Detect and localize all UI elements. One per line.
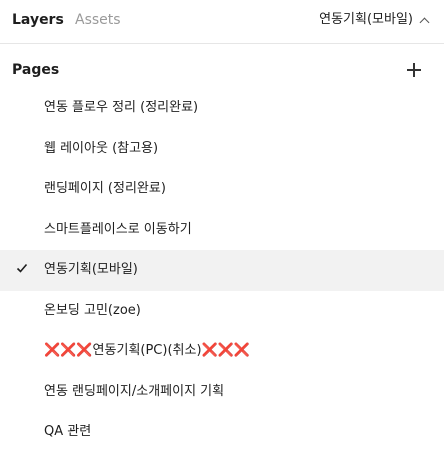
page-item-selected[interactable]: 연동기획(모바일)	[0, 250, 444, 291]
page-item-label: 스마트플레이스로 이동하기	[44, 221, 192, 237]
pages-section-title: Pages	[12, 62, 60, 78]
add-page-button[interactable]	[404, 60, 424, 80]
page-item[interactable]: 온보딩 고민(zoe)	[0, 291, 444, 332]
page-item-label: 연동기획(모바일)	[44, 262, 138, 277]
panel-tab-bar: Layers Assets 연동기획(모바일)	[0, 0, 444, 44]
page-list: 연동 플로우 정리 (정리완료) 웹 레이아웃 (참고용) 랜딩페이지 (정리완…	[0, 88, 444, 453]
page-item-label: 연동 플로우 정리 (정리완료)	[44, 100, 199, 115]
chevron-up-icon	[419, 17, 430, 27]
page-item[interactable]: QA 관련	[0, 412, 444, 453]
page-item[interactable]: ❌❌❌연동기획(PC)(취소)❌❌❌	[0, 331, 444, 372]
page-item[interactable]: 연동 랜딩페이지/소개페이지 기획	[0, 372, 444, 413]
current-page-dropdown[interactable]: 연동기획(모바일)	[319, 11, 430, 29]
page-item[interactable]: 스마트플레이스로 이동하기	[0, 210, 444, 251]
page-item-label: ❌❌❌연동기획(PC)(취소)❌❌❌	[44, 343, 251, 358]
tab-assets[interactable]: Assets	[75, 11, 121, 29]
tab-layers[interactable]: Layers	[12, 11, 64, 29]
current-page-label: 연동기획(모바일)	[319, 12, 413, 27]
page-item[interactable]: 랜딩페이지 (정리완료)	[0, 169, 444, 210]
page-item-label: QA 관련	[44, 424, 92, 439]
checkmark-icon	[16, 263, 28, 273]
page-item-label: 랜딩페이지 (정리완료)	[44, 181, 166, 196]
pages-header: Pages	[0, 52, 444, 88]
page-item[interactable]: 웹 레이아웃 (참고용)	[0, 129, 444, 170]
page-item-label: 웹 레이아웃 (참고용)	[44, 140, 159, 156]
page-item-label: 연동 랜딩페이지/소개페이지 기획	[44, 383, 225, 399]
layers-panel: Layers Assets 연동기획(모바일) Pages 연동 플로우 정리 …	[0, 0, 444, 457]
page-item[interactable]: 연동 플로우 정리 (정리완료)	[0, 88, 444, 129]
page-item-label: 온보딩 고민(zoe)	[44, 302, 141, 318]
